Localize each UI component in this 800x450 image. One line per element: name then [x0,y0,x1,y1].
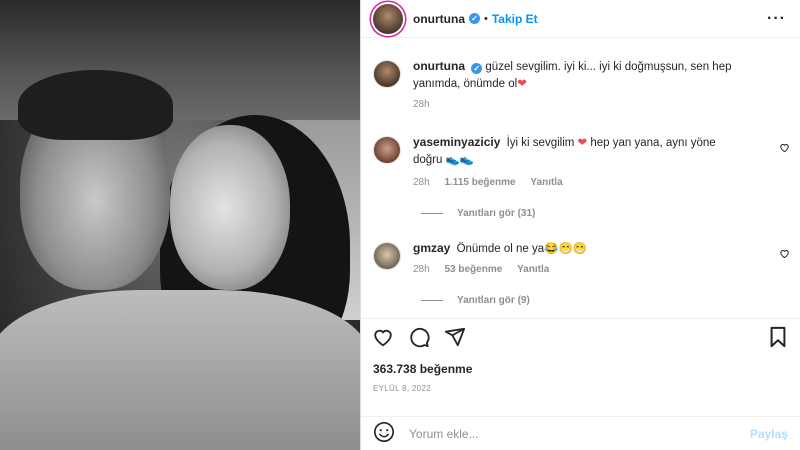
commenter-avatar[interactable] [373,136,401,164]
comment-text: Önümde ol ne ya😂😁😁 [456,243,588,255]
comment-like-heart-icon[interactable] [779,248,790,259]
view-replies-button[interactable]: Yanıtları gör (9) [421,295,530,306]
photo-woman-face [170,125,290,290]
comment-username[interactable]: yaseminyaziciy [413,135,500,149]
photo-bodies [0,290,360,450]
author-username[interactable]: onurtuna [413,12,465,26]
verified-badge-icon: ✓ [469,13,480,24]
post-header: onurtuna ✓ • Takip Et ··· [361,0,800,38]
separator-dot: • [484,12,488,25]
comment-text: İyi ki sevgilim [506,137,575,149]
post-comment-button[interactable]: Paylaş [750,427,788,441]
view-replies-button[interactable]: Yanıtları gör (31) [421,208,535,219]
comment-item: gmzay Önümde ol ne ya😂😁😁 28h 53 beğenme … [373,240,763,275]
replies-line [421,300,443,301]
reply-button[interactable]: Yanıtla [517,264,549,275]
reply-button[interactable]: Yanıtla [530,177,562,188]
post-side-panel: onurtuna ✓ • Takip Et ··· onurtuna ✓ güz… [361,0,800,450]
author-avatar[interactable] [373,60,401,88]
comment-time[interactable]: 28h [413,177,430,188]
bookmark-icon[interactable] [766,325,790,349]
comment-input[interactable] [409,426,750,441]
heart-icon[interactable] [371,325,395,349]
comment-likes[interactable]: 1.115 beğenme [444,177,515,188]
photo-man-hair [18,70,173,140]
comment-likes[interactable]: 53 beğenme [444,264,502,275]
caption-time[interactable]: 28h [413,99,430,110]
comment-time[interactable]: 28h [413,264,430,275]
follow-button[interactable]: Takip Et [492,12,538,26]
comment-like-heart-icon[interactable] [779,142,790,153]
caption: onurtuna ✓ güzel sevgilim. iyi ki... iyi… [373,58,763,110]
heart-emoji: ❤ [577,137,588,149]
ellipsis-icon[interactable]: ··· [767,10,786,28]
commenter-avatar[interactable] [373,242,401,270]
comment-username[interactable]: gmzay [413,241,450,255]
action-bar [361,318,800,352]
view-replies-label: Yanıtları gör (9) [457,295,530,306]
add-comment-bar: Paylaş [361,416,800,450]
paper-plane-icon[interactable] [443,325,467,349]
comment-icon[interactable] [407,325,431,349]
caption-username[interactable]: onurtuna [413,59,465,73]
comment-item: yaseminyaziciy İyi ki sevgilim ❤ hep yan… [373,134,743,188]
comments-section: onurtuna ✓ güzel sevgilim. iyi ki... iyi… [361,38,800,318]
verified-badge-icon: ✓ [471,63,483,74]
view-replies-label: Yanıtları gör (31) [457,208,536,219]
likes-count[interactable]: 363.738 beğenme [373,362,472,376]
smiley-icon[interactable] [373,421,395,446]
post-date[interactable]: EYLÜL 8, 2022 [373,384,431,393]
heart-emoji: ❤ [517,78,527,90]
author-avatar[interactable] [373,3,403,34]
replies-line [421,213,443,214]
post-photo[interactable] [0,0,360,450]
